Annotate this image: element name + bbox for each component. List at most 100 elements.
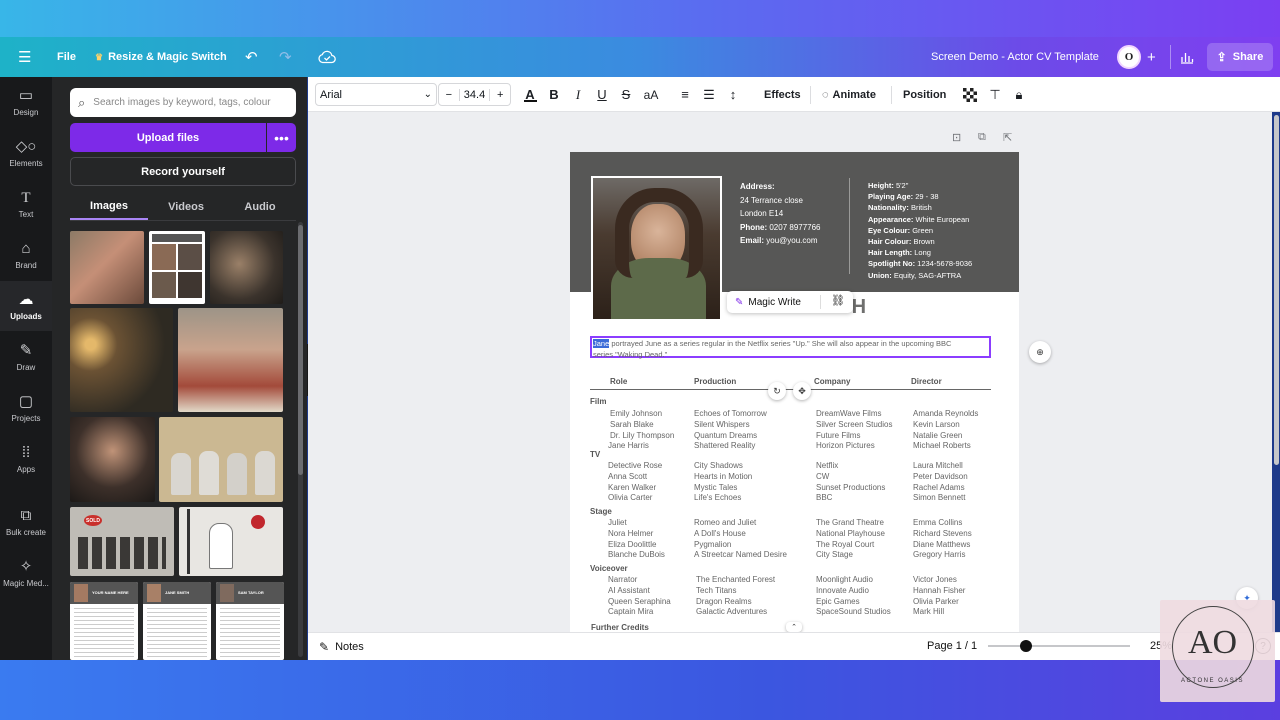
table-cell: Victor Jones	[913, 575, 957, 584]
underline-icon[interactable]: U	[594, 77, 610, 112]
canvas-scrollbar[interactable]	[1274, 115, 1279, 465]
attr-label: Hair Colour:	[868, 237, 912, 247]
image-thumbnail[interactable]: SAM TAYLOR	[216, 582, 284, 660]
table-cell: Anna Scott	[608, 471, 648, 481]
table-cell: Nora Helmer	[608, 528, 654, 538]
add-page-icon[interactable]: ⇱	[1003, 131, 1012, 144]
increase-size-icon[interactable]: +	[490, 89, 510, 101]
image-thumbnail[interactable]	[149, 231, 205, 304]
link-icon[interactable]: ⛓︎	[831, 294, 845, 307]
user-avatar[interactable]: O	[1117, 37, 1141, 77]
table-cell: Amanda Reynolds	[913, 409, 979, 418]
image-thumbnail[interactable]	[178, 308, 283, 412]
page-indicator[interactable]: Page 1 / 1	[927, 640, 977, 652]
tab-images[interactable]: Images	[70, 194, 148, 220]
move-handle-icon[interactable]: ✥	[793, 382, 811, 400]
add-user-icon[interactable]: +	[1147, 37, 1156, 77]
image-thumbnail[interactable]: JANE SMITH	[143, 582, 211, 660]
search-icon: ⌕	[78, 94, 86, 110]
zoom-slider[interactable]	[988, 645, 1130, 647]
redo-icon[interactable]: ↷	[279, 37, 292, 77]
address-line: 24 Terrance close	[740, 195, 803, 205]
image-thumbnail[interactable]: YOUR NAME HERE	[70, 582, 138, 660]
add-comment-icon[interactable]: ⊕	[1029, 341, 1051, 363]
sidebar-item-brand[interactable]: ⌂ Brand	[0, 230, 52, 280]
sidebar-item-elements[interactable]: ◇○ Elements	[0, 128, 52, 178]
image-thumbnail[interactable]	[159, 417, 283, 502]
table-cell: Queen Seraphina	[608, 596, 671, 606]
sidebar-item-text[interactable]: T Text	[0, 179, 52, 229]
lock-icon[interactable]: 🔒︎	[1011, 77, 1027, 112]
record-yourself-button[interactable]: Record yourself	[70, 157, 296, 186]
decrease-size-icon[interactable]: −	[439, 89, 459, 101]
attr-value: 29 - 38	[915, 192, 939, 202]
tab-audio[interactable]: Audio	[224, 194, 296, 220]
sidebar-item-design[interactable]: ▭ Design	[0, 77, 52, 127]
sidebar-item-projects[interactable]: ▢ Projects	[0, 383, 52, 433]
tab-videos[interactable]: Videos	[148, 194, 224, 220]
align-left-icon[interactable]: ≡	[677, 77, 693, 112]
file-menu[interactable]: File	[57, 37, 76, 77]
share-button[interactable]: ⇪ Share	[1207, 43, 1273, 71]
search-input[interactable]: ⌕ Search images by keyword, tags, colour	[70, 88, 296, 117]
cloud-saved-icon[interactable]	[318, 37, 336, 77]
brand-icon: ⌂	[21, 240, 31, 257]
image-thumbnail[interactable]: SOLD	[70, 507, 174, 576]
sidebar-item-label: Magic Med...	[3, 579, 49, 588]
image-thumbnail[interactable]	[70, 308, 173, 412]
font-size-input[interactable]: 34.4	[458, 88, 491, 101]
menu-icon[interactable]: ☰	[18, 37, 31, 77]
font-family-select[interactable]: Arial ⌄	[315, 83, 437, 106]
paint-roller-icon[interactable]: ⊤	[987, 77, 1003, 112]
strikethrough-icon[interactable]: S	[618, 77, 634, 112]
position-button[interactable]: Position	[903, 77, 946, 112]
insights-chart-icon[interactable]	[1180, 37, 1194, 77]
magic-write-button[interactable]: Magic Write	[748, 297, 801, 308]
spacing-icon[interactable]: ↕	[725, 77, 741, 112]
sidebar-item-magic-media[interactable]: ✧ Magic Med...	[0, 548, 52, 598]
resize-label: Resize & Magic Switch	[108, 51, 227, 63]
more-options-icon[interactable]: •••	[267, 123, 296, 152]
duplicate-page-icon[interactable]: ⧉	[978, 131, 986, 144]
watermark-text: ACTONE OASIS	[1181, 678, 1244, 684]
image-thumbnail[interactable]	[70, 417, 155, 502]
lock-page-icon[interactable]: ⊡	[952, 131, 961, 144]
topbar-divider	[1170, 45, 1171, 69]
rotate-handle-icon[interactable]: ↻	[768, 382, 786, 400]
image-thumbnail[interactable]	[210, 231, 283, 304]
headshot-photo[interactable]	[591, 176, 722, 321]
sidebar-item-draw[interactable]: ✎ Draw	[0, 332, 52, 382]
bio-text-selected[interactable]: Jane portrayed June as a series regular …	[590, 336, 991, 359]
resize-magic-switch-button[interactable]: ♛ Resize & Magic Switch	[95, 37, 227, 77]
sidebar-item-bulk-create[interactable]: ⧉ Bulk create	[0, 497, 52, 547]
transparency-icon[interactable]	[962, 77, 978, 112]
effects-button[interactable]: Effects	[764, 77, 801, 112]
table-cell: BBC	[816, 493, 833, 503]
credit-production-column: The Enchanted Forest Tech Titans Dragon Re…	[696, 575, 775, 618]
share-label: Share	[1232, 51, 1264, 63]
animate-button[interactable]: ◌ Animate	[822, 77, 876, 112]
table-cell: Diane Matthews	[913, 539, 971, 549]
attr-value: Brown	[913, 237, 935, 247]
italic-icon[interactable]: I	[570, 77, 586, 112]
text-color-icon[interactable]: A	[522, 77, 538, 112]
bold-icon[interactable]: B	[546, 77, 562, 112]
sidebar-item-uploads[interactable]: ☁ Uploads	[0, 281, 52, 331]
undo-icon[interactable]: ↶	[245, 37, 258, 77]
letter-case-icon[interactable]: aA	[642, 77, 660, 112]
chevron-up-icon[interactable]: ⌃	[786, 622, 802, 632]
header-company: Company	[814, 377, 851, 386]
panel-scrollbar[interactable]	[298, 225, 303, 475]
document-title[interactable]: Screen Demo - Actor CV Template	[931, 37, 1099, 77]
upload-files-button[interactable]: Upload files	[70, 123, 266, 152]
image-thumbnail[interactable]	[179, 507, 283, 576]
attr-label: Hair Length:	[868, 248, 913, 258]
contact-info: Address: 24 Terrance close London E14 Ph…	[740, 180, 821, 248]
zoom-slider-handle[interactable]	[1020, 640, 1032, 652]
header-director: Director	[911, 377, 942, 386]
image-thumbnail[interactable]	[70, 231, 144, 304]
header-production: Production	[694, 377, 737, 386]
list-icon[interactable]: ☰	[701, 77, 717, 112]
notes-button[interactable]: ✎ Notes	[319, 640, 364, 654]
sidebar-item-apps[interactable]: ⁞⁞ Apps	[0, 434, 52, 484]
